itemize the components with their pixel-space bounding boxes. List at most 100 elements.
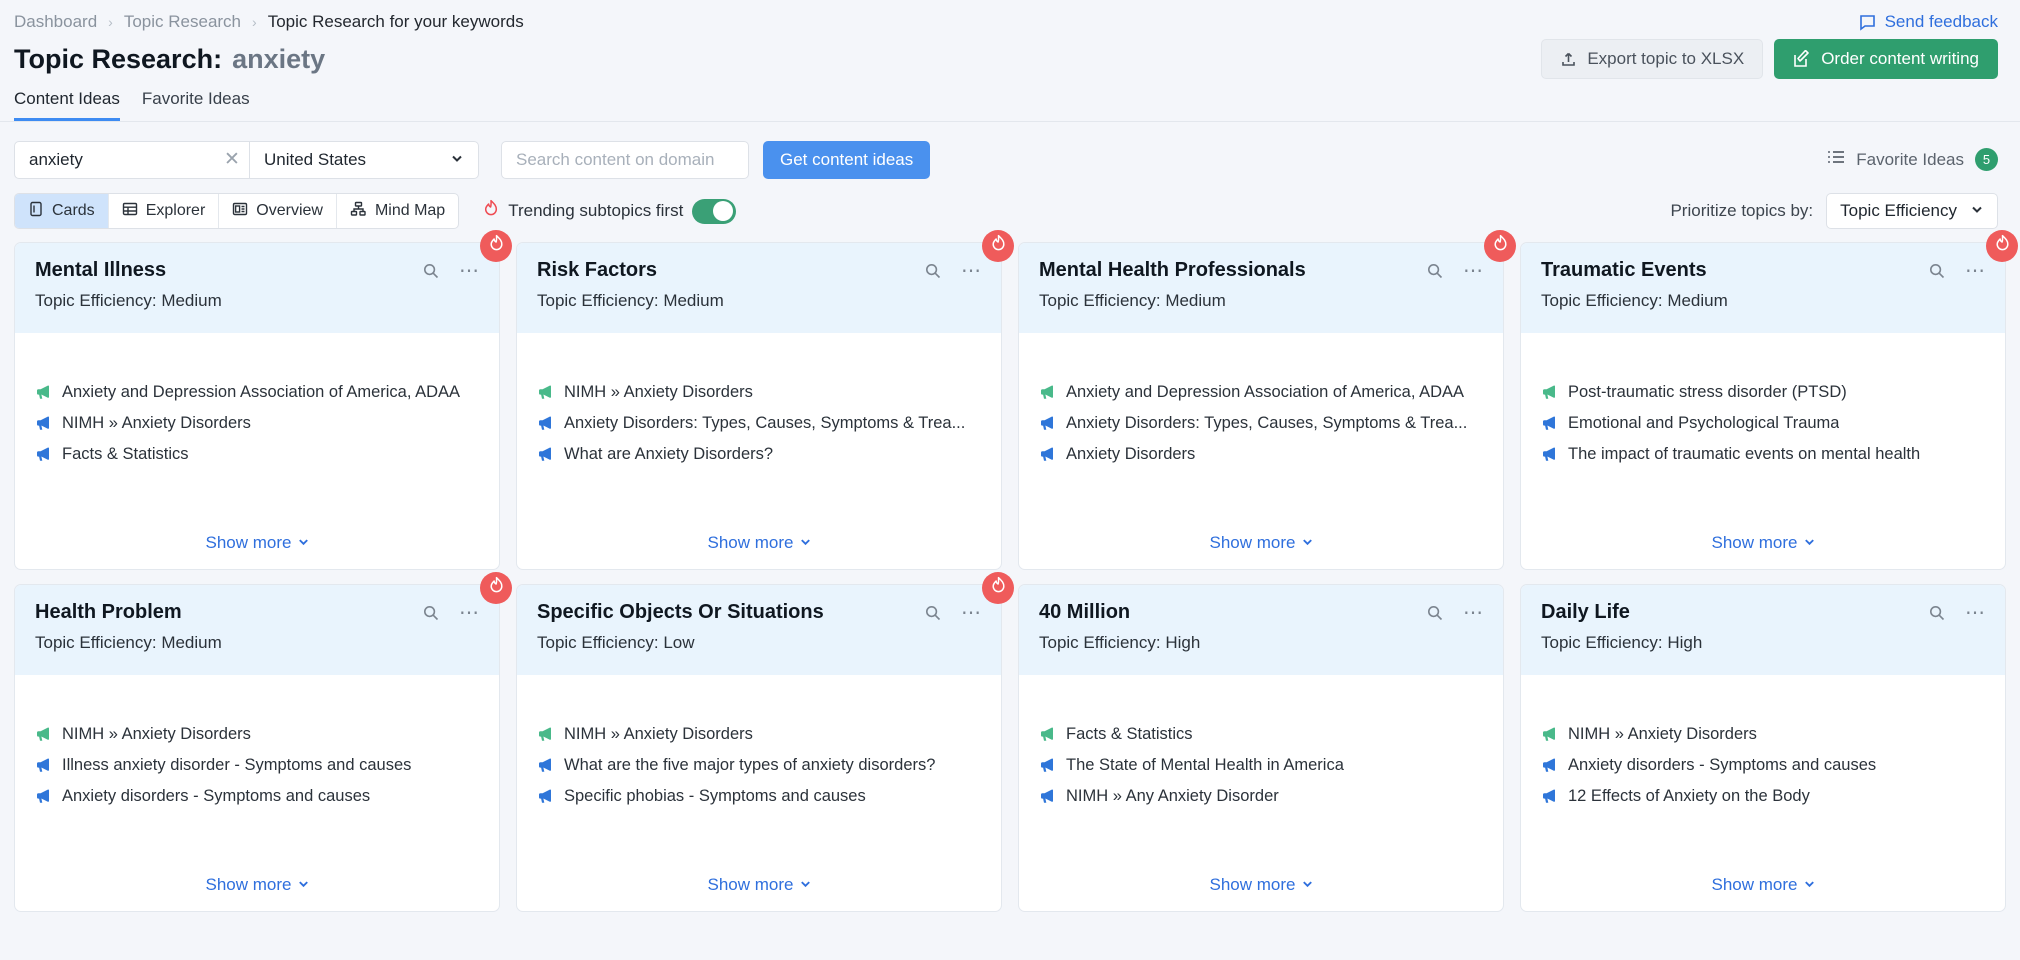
show-more-button[interactable]: Show more [35,533,481,553]
idea-label: Anxiety Disorders: Types, Causes, Sympto… [564,414,966,432]
breadcrumb-separator: › [108,14,113,30]
show-more-button[interactable]: Show more [1541,875,1987,895]
megaphone-icon [537,788,554,805]
ellipsis-icon[interactable]: ⋯ [1965,603,1987,623]
view-mind-map[interactable]: Mind Map [337,194,458,228]
idea-item[interactable]: Anxiety disorders - Symptoms and causes [35,781,481,812]
topic-card-body: Risk Factors ⋯ Topic Efficiency: Medium NIM… [516,242,1002,570]
trending-subtopics-label: Trending subtopics first [508,201,684,220]
idea-item[interactable]: Anxiety disorders - Symptoms and causes [1541,750,1987,781]
chevron-down-icon [1970,201,1984,221]
idea-item[interactable]: NIMH » Anxiety Disorders [35,408,481,439]
search-icon[interactable] [924,604,942,622]
idea-label: 12 Effects of Anxiety on the Body [1568,787,1810,805]
view-cards[interactable]: Cards [15,194,109,228]
idea-item[interactable]: Post-traumatic stress disorder (PTSD) [1541,377,1987,408]
idea-label: Anxiety disorders - Symptoms and causes [62,787,371,805]
keyword-input[interactable] [15,141,215,178]
idea-item[interactable]: Anxiety and Depression Association of Am… [35,377,481,408]
search-icon[interactable] [1426,262,1444,280]
message-square-icon [1859,14,1876,31]
tab-favorite-ideas[interactable]: Favorite Ideas [142,89,250,121]
ellipsis-icon[interactable]: ⋯ [1463,261,1485,281]
view-explorer[interactable]: Explorer [109,194,220,228]
idea-item[interactable]: 12 Effects of Anxiety on the Body [1541,781,1987,812]
page-title-prefix: Topic Research: [14,43,223,74]
ellipsis-icon[interactable]: ⋯ [961,261,983,281]
order-content-writing-label: Order content writing [1821,49,1979,68]
topic-card-header: Mental Illness ⋯ Topic Efficiency: Medium [15,243,499,333]
topic-card-title: 40 Million [1039,601,1131,623]
show-more-button[interactable]: Show more [537,533,983,553]
search-icon[interactable] [422,262,440,280]
topic-card: Risk Factors ⋯ Topic Efficiency: Medium NIM… [516,230,1014,570]
flame-icon [483,199,499,223]
flame-icon [488,234,505,258]
clear-keyword-button[interactable]: ✕ [215,142,249,178]
ellipsis-icon[interactable]: ⋯ [961,603,983,623]
show-more-label: Show more [205,533,292,552]
topic-card: Specific Objects Or Situations ⋯ Topic Eff… [516,572,1014,912]
idea-item[interactable]: NIMH » Anxiety Disorders [537,377,983,408]
topic-efficiency-value: High [1667,633,1703,652]
idea-item[interactable]: The impact of traumatic events on mental… [1541,439,1987,470]
view-overview[interactable]: Overview [219,194,337,228]
megaphone-icon [35,415,52,432]
ellipsis-icon[interactable]: ⋯ [459,603,481,623]
megaphone-icon [537,757,554,774]
idea-item[interactable]: Anxiety Disorders: Types, Causes, Sympto… [1039,408,1485,439]
idea-item[interactable]: What are the five major types of anxiety… [537,750,983,781]
ellipsis-icon[interactable]: ⋯ [459,261,481,281]
idea-item[interactable]: Facts & Statistics [1039,719,1485,750]
idea-item[interactable]: Anxiety Disorders: Types, Causes, Sympto… [537,408,983,439]
order-content-writing-button[interactable]: Order content writing [1774,39,1998,79]
idea-item[interactable]: What are Anxiety Disorders? [537,439,983,470]
idea-item[interactable]: Anxiety and Depression Association of Am… [1039,377,1485,408]
domain-search-input[interactable] [501,140,749,179]
show-more-button[interactable]: Show more [1039,875,1485,895]
topic-efficiency: Topic Efficiency: High [1541,633,1987,653]
get-content-ideas-button[interactable]: Get content ideas [763,140,931,179]
idea-item[interactable]: Specific phobias - Symptoms and causes [537,781,983,812]
send-feedback-label: Send feedback [1884,12,1998,31]
export-topic-button[interactable]: Export topic to XLSX [1541,39,1764,79]
show-more-button[interactable]: Show more [537,875,983,895]
topic-efficiency: Topic Efficiency: Medium [35,633,481,653]
search-icon[interactable] [1426,604,1444,622]
idea-item[interactable]: NIMH » Anxiety Disorders [1541,719,1987,750]
search-icon[interactable] [924,262,942,280]
idea-item[interactable]: NIMH » Anxiety Disorders [537,719,983,750]
cards-icon [28,201,44,222]
trending-subtopics-toggle[interactable] [692,198,737,224]
show-more-button[interactable]: Show more [1039,533,1485,553]
idea-item[interactable]: The State of Mental Health in America [1039,750,1485,781]
idea-item[interactable]: Facts & Statistics [35,439,481,470]
favorite-ideas-link[interactable]: Favorite Ideas 5 [1827,148,1998,171]
idea-label: NIMH » Anxiety Disorders [564,725,753,743]
search-icon[interactable] [1928,262,1946,280]
ellipsis-icon[interactable]: ⋯ [1965,261,1987,281]
idea-item[interactable]: Illness anxiety disorder - Symptoms and … [35,750,481,781]
topic-card-ideas: Anxiety and Depression Association of Am… [15,333,499,569]
breadcrumb-item-topic-research[interactable]: Topic Research [124,12,241,32]
idea-label: Facts & Statistics [62,445,189,463]
show-more-button[interactable]: Show more [1541,533,1987,553]
prioritize-select[interactable]: Topic Efficiency [1826,193,1998,229]
search-icon[interactable] [1928,604,1946,622]
megaphone-icon [35,446,52,463]
idea-item[interactable]: Emotional and Psychological Trauma [1541,408,1987,439]
country-select[interactable]: United States [250,142,478,178]
ellipsis-icon[interactable]: ⋯ [1463,603,1485,623]
idea-item[interactable]: NIMH » Any Anxiety Disorder [1039,781,1485,812]
show-more-button[interactable]: Show more [35,875,481,895]
idea-label: NIMH » Anxiety Disorders [564,383,753,401]
topic-card-ideas: Post-traumatic stress disorder (PTSD) Emo… [1521,333,2005,569]
view-overview-label: Overview [256,202,323,219]
tab-content-ideas[interactable]: Content Ideas [14,89,120,121]
idea-item[interactable]: Anxiety Disorders [1039,439,1485,470]
mindmap-icon [350,201,367,222]
breadcrumb-item-dashboard[interactable]: Dashboard [14,12,97,32]
idea-item[interactable]: NIMH » Anxiety Disorders [35,719,481,750]
search-icon[interactable] [422,604,440,622]
send-feedback-link[interactable]: Send feedback [1859,12,1998,32]
